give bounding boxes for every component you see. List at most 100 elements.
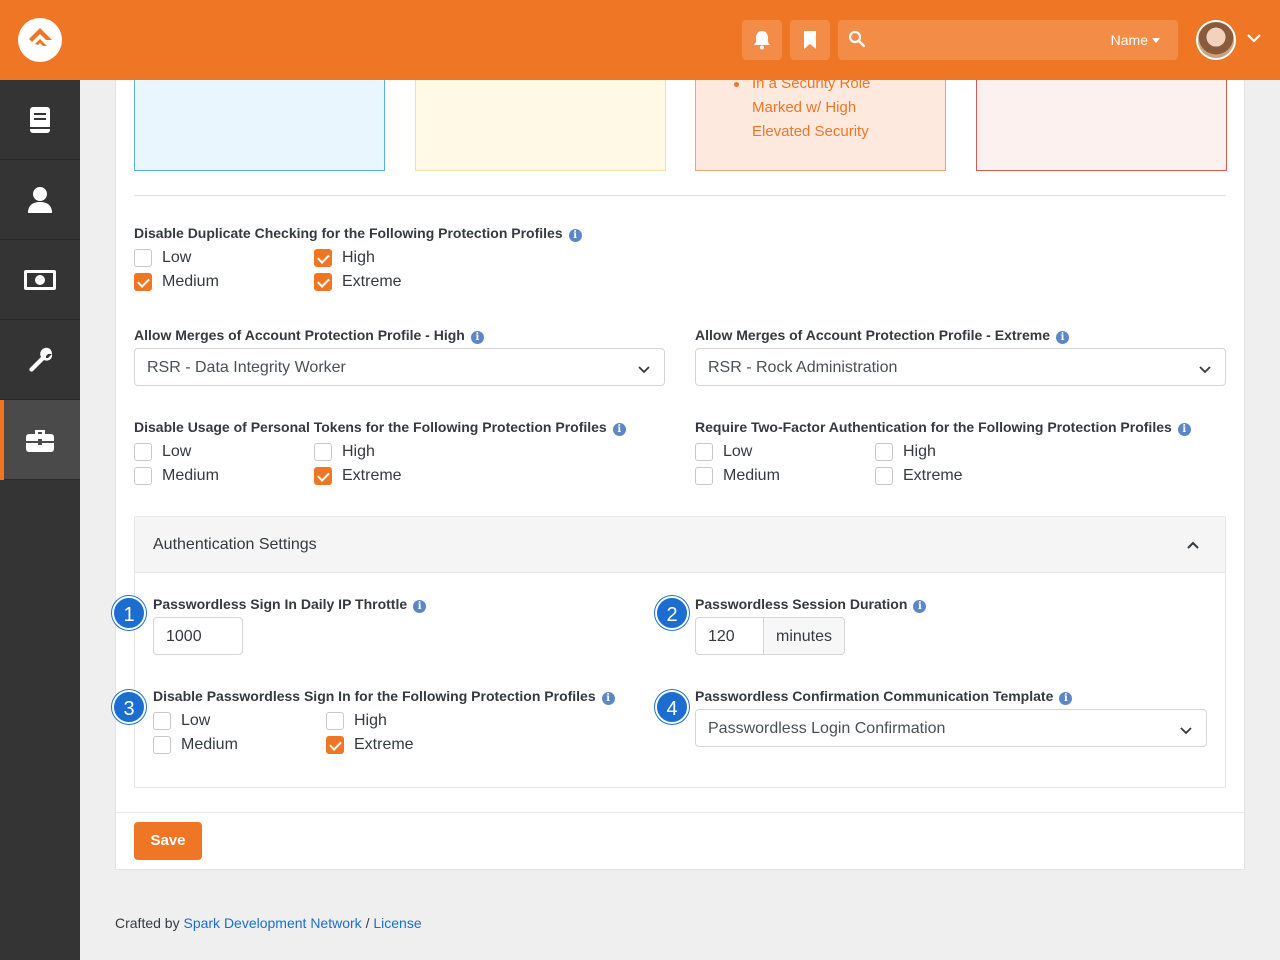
license-link[interactable]: License bbox=[373, 915, 421, 931]
twofactor-low-checkbox[interactable]: Low bbox=[695, 442, 752, 462]
list-item: In a Security Role bbox=[734, 72, 870, 96]
footer-separator: / bbox=[365, 915, 370, 931]
book-icon bbox=[30, 106, 50, 133]
tokens-extreme-checkbox[interactable]: Extreme bbox=[314, 466, 402, 486]
checkbox-checked-icon bbox=[326, 736, 344, 754]
bookmark-icon bbox=[804, 31, 816, 49]
money-icon bbox=[24, 269, 56, 290]
passwordless-medium-checkbox[interactable]: Medium bbox=[153, 735, 238, 755]
session-duration-input[interactable]: 120 bbox=[695, 617, 764, 655]
checkbox-checked-icon bbox=[134, 273, 152, 291]
bookmarks-button[interactable] bbox=[790, 20, 830, 60]
info-icon[interactable]: i bbox=[470, 331, 484, 344]
checkbox-unchecked-icon bbox=[134, 467, 152, 485]
authentication-settings-header[interactable]: Authentication Settings bbox=[135, 517, 1225, 573]
search-input[interactable]: Name bbox=[838, 20, 1178, 60]
twofactor-medium-checkbox[interactable]: Medium bbox=[695, 466, 780, 486]
sidebar-item-books[interactable] bbox=[0, 80, 80, 160]
protection-profile-cards: In a Security Role Marked w/ High Elevat… bbox=[134, 75, 1227, 171]
rock-logo[interactable] bbox=[18, 18, 62, 62]
search-icon bbox=[848, 30, 866, 48]
wrench-icon bbox=[29, 347, 53, 372]
ip-throttle-input[interactable]: 1000 bbox=[153, 617, 243, 655]
avatar[interactable] bbox=[1196, 20, 1236, 60]
info-icon[interactable]: i bbox=[1055, 331, 1069, 344]
session-duration-unit: minutes bbox=[763, 617, 845, 655]
checkbox-unchecked-icon bbox=[695, 467, 713, 485]
authentication-settings-panel: Authentication Settings bbox=[134, 516, 1226, 788]
profile-card-medium bbox=[415, 80, 666, 171]
confirmation-template-label: Passwordless Confirmation Communication … bbox=[695, 688, 1073, 705]
twofactor-high-checkbox[interactable]: High bbox=[875, 442, 936, 462]
info-icon[interactable]: i bbox=[1177, 423, 1191, 436]
checkbox-unchecked-icon bbox=[326, 712, 344, 730]
sidebar bbox=[0, 80, 80, 960]
merge-extreme-select[interactable]: RSR - Rock Administration bbox=[695, 348, 1226, 386]
sidebar-item-admin-tools[interactable] bbox=[0, 320, 80, 400]
chevron-down-icon bbox=[638, 362, 650, 380]
save-button[interactable]: Save bbox=[134, 822, 202, 860]
tokens-medium-checkbox[interactable]: Medium bbox=[134, 466, 219, 486]
profile-card-extreme bbox=[976, 80, 1227, 171]
session-duration-label: Passwordless Session Duration i bbox=[695, 596, 927, 613]
checkbox-unchecked-icon bbox=[314, 443, 332, 461]
disable-passwordless-label: Disable Passwordless Sign In for the Fol… bbox=[153, 688, 615, 705]
duplicate-medium-checkbox[interactable]: Medium bbox=[134, 272, 219, 292]
step-badge-2: 2 bbox=[655, 596, 689, 630]
info-icon[interactable]: i bbox=[568, 229, 582, 242]
checkbox-unchecked-icon bbox=[134, 249, 152, 267]
confirmation-template-select[interactable]: Passwordless Login Confirmation bbox=[695, 709, 1207, 747]
page-footer: Crafted by Spark Development Network / L… bbox=[115, 915, 422, 931]
ip-throttle-label: Passwordless Sign In Daily IP Throttle i bbox=[153, 596, 427, 613]
search-scope-label: Name bbox=[1110, 32, 1148, 48]
duplicate-high-checkbox[interactable]: High bbox=[314, 248, 375, 268]
chevron-down-icon[interactable] bbox=[1246, 30, 1262, 51]
notifications-button[interactable] bbox=[742, 20, 782, 60]
passwordless-high-checkbox[interactable]: High bbox=[326, 711, 387, 731]
footer-prefix: Crafted by bbox=[115, 915, 180, 931]
info-icon[interactable]: i bbox=[601, 692, 615, 705]
sidebar-item-finance[interactable] bbox=[0, 240, 80, 320]
twofactor-extreme-checkbox[interactable]: Extreme bbox=[875, 466, 963, 486]
info-icon[interactable]: i bbox=[612, 423, 626, 436]
tokens-high-checkbox[interactable]: High bbox=[314, 442, 375, 462]
checkbox-unchecked-icon bbox=[134, 443, 152, 461]
logo-mark-icon bbox=[29, 28, 52, 46]
spark-link[interactable]: Spark Development Network bbox=[183, 915, 361, 931]
checkbox-unchecked-icon bbox=[695, 443, 713, 461]
checkbox-checked-icon bbox=[314, 273, 332, 291]
bullet-icon bbox=[734, 82, 739, 87]
info-icon[interactable]: i bbox=[913, 600, 927, 613]
duplicate-extreme-checkbox[interactable]: Extreme bbox=[314, 272, 402, 292]
divider bbox=[134, 195, 1226, 196]
elevated-security-list: In a Security Role Marked w/ High Elevat… bbox=[734, 72, 870, 144]
sidebar-item-people[interactable] bbox=[0, 160, 80, 240]
search-scope-dropdown[interactable]: Name bbox=[1111, 32, 1160, 48]
checkbox-unchecked-icon bbox=[875, 443, 893, 461]
info-icon[interactable]: i bbox=[1059, 692, 1073, 705]
passwordless-extreme-checkbox[interactable]: Extreme bbox=[326, 735, 414, 755]
profile-card-low bbox=[134, 80, 385, 171]
chevron-down-icon bbox=[1199, 362, 1211, 380]
tokens-low-checkbox[interactable]: Low bbox=[134, 442, 191, 462]
profile-card-high: In a Security Role Marked w/ High Elevat… bbox=[695, 75, 946, 171]
merge-high-label: Allow Merges of Account Protection Profi… bbox=[134, 327, 484, 344]
chevron-down-icon bbox=[1180, 723, 1192, 741]
chevron-up-icon[interactable] bbox=[1187, 539, 1199, 557]
checkbox-unchecked-icon bbox=[153, 736, 171, 754]
top-bar: Name bbox=[0, 0, 1280, 80]
info-icon[interactable]: i bbox=[413, 600, 427, 613]
sidebar-item-security[interactable] bbox=[0, 400, 80, 480]
personal-tokens-label: Disable Usage of Personal Tokens for the… bbox=[134, 419, 626, 436]
bell-icon bbox=[754, 31, 770, 50]
passwordless-low-checkbox[interactable]: Low bbox=[153, 711, 210, 731]
step-badge-3: 3 bbox=[112, 690, 146, 724]
duplicate-low-checkbox[interactable]: Low bbox=[134, 248, 191, 268]
duplicate-checking-label: Disable Duplicate Checking for the Follo… bbox=[134, 225, 582, 242]
authentication-settings-title: Authentication Settings bbox=[153, 536, 317, 553]
merge-high-select[interactable]: RSR - Data Integrity Worker bbox=[134, 348, 665, 386]
checkbox-unchecked-icon bbox=[875, 467, 893, 485]
caret-down-icon bbox=[1152, 38, 1160, 43]
merge-extreme-label: Allow Merges of Account Protection Profi… bbox=[695, 327, 1069, 344]
list-item: Marked w/ High bbox=[752, 99, 857, 116]
